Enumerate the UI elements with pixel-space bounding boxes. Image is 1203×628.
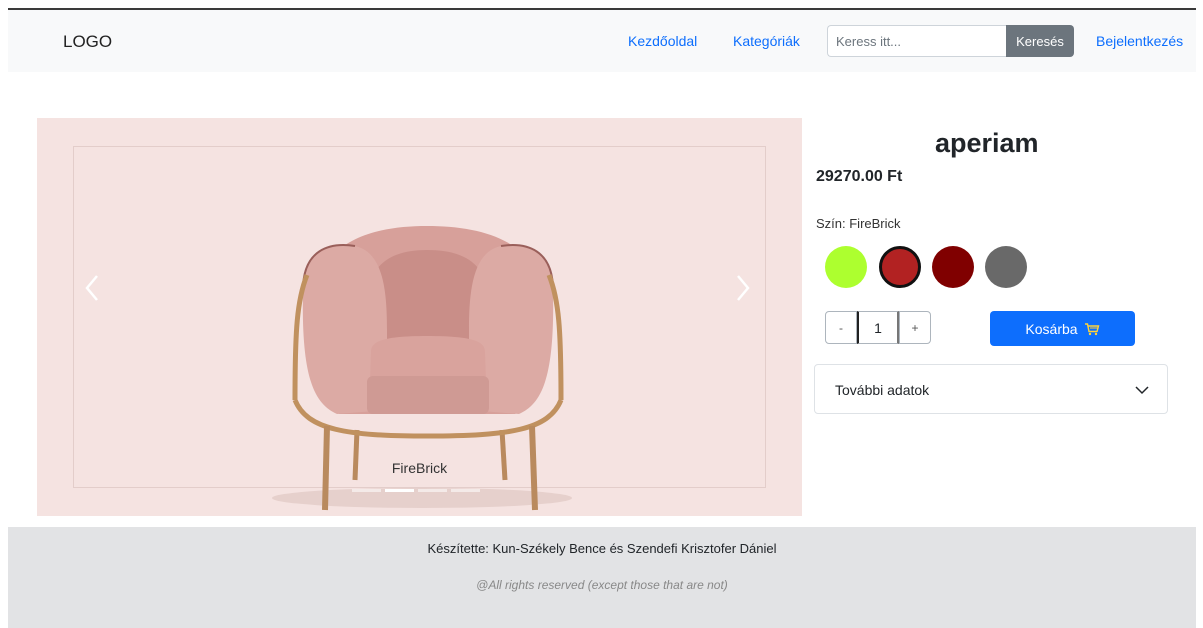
footer: Készítette: Kun-Székely Bence és Szendef… — [8, 527, 1196, 628]
quantity-input[interactable] — [857, 311, 899, 344]
nav-link-login[interactable]: Bejelentkezés — [1096, 33, 1183, 49]
quantity-increase-button[interactable]: + — [899, 311, 931, 344]
footer-rights: @All rights reserved (except those that … — [476, 578, 728, 592]
chevron-down-icon — [1135, 386, 1149, 395]
cart-button-label: Kosárba — [1025, 320, 1078, 337]
carousel-indicator-active[interactable] — [385, 489, 414, 492]
carousel-next-icon[interactable] — [730, 270, 754, 306]
cart-icon — [1084, 322, 1099, 335]
product-gallery: FireBrick — [37, 118, 802, 516]
navbar: LOGO Kezdőoldal Kategóriák Keresés Bejel… — [8, 10, 1196, 72]
color-swatch-firebrick[interactable] — [879, 246, 921, 288]
search-button[interactable]: Keresés — [1006, 25, 1074, 57]
search-input[interactable] — [827, 25, 1008, 57]
footer-credit: Készítette: Kun-Székely Bence és Szendef… — [427, 541, 777, 556]
color-swatch-maroon[interactable] — [932, 246, 974, 288]
quantity-decrease-button[interactable]: - — [825, 311, 857, 344]
logo[interactable]: LOGO — [63, 32, 112, 52]
carousel-prev-icon[interactable] — [81, 270, 105, 306]
nav-link-home[interactable]: Kezdőoldal — [628, 33, 697, 49]
product-title: aperiam — [935, 128, 1039, 158]
color-swatch-greenyellow[interactable] — [825, 246, 867, 288]
color-label: Szín: FireBrick — [816, 216, 901, 231]
carousel-indicator[interactable] — [352, 489, 381, 492]
carousel-indicator[interactable] — [418, 489, 447, 492]
carousel-indicators — [352, 489, 480, 492]
product-price: 29270.00 Ft — [816, 168, 903, 185]
carousel-caption: FireBrick — [391, 460, 448, 476]
carousel-indicator[interactable] — [451, 489, 480, 492]
details-accordion[interactable]: További adatok — [814, 364, 1168, 414]
details-accordion-label: További adatok — [835, 382, 930, 398]
nav-link-categories[interactable]: Kategóriák — [733, 33, 800, 49]
quantity-stepper: - + — [825, 311, 931, 344]
color-swatch-dimgray[interactable] — [985, 246, 1027, 288]
add-to-cart-button[interactable]: Kosárba — [990, 311, 1135, 346]
